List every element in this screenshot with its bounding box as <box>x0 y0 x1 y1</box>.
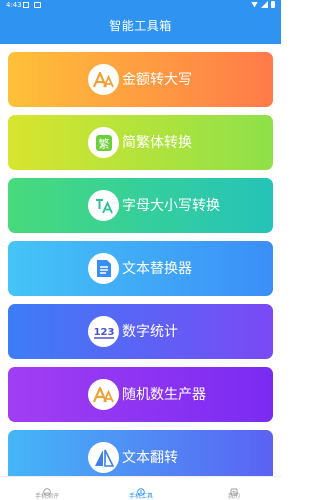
traditional-char-icon: 繁 <box>88 127 119 158</box>
tool-card-label: 字母大小写转换 <box>122 198 220 214</box>
page-title: 智能工具箱 <box>109 19 172 33</box>
smile-icon <box>43 481 51 496</box>
tool-card-text-flip[interactable]: 文本翻转 <box>8 430 273 476</box>
app-bar: 智能工具箱 <box>0 11 281 44</box>
tab-label: 我的 <box>227 493 240 500</box>
tab-mine[interactable]: 我的 <box>187 477 281 500</box>
status-icons <box>251 1 275 8</box>
svg-text:123: 123 <box>93 327 114 338</box>
tool-card-letter-case[interactable]: 字母大小写转换 <box>8 178 273 233</box>
tab-label: 手机测评 <box>34 493 59 500</box>
tool-card-label: 文本替换器 <box>122 261 192 277</box>
battery-icon <box>271 1 275 8</box>
tool-list[interactable]: 金额转大写 繁 简繁体转换 字母大小写转换 文本替换器 123 数字统计 随机数… <box>0 44 281 476</box>
svg-text:繁: 繁 <box>98 136 109 150</box>
font-aa-icon <box>88 379 119 410</box>
wifi-icon <box>251 1 258 8</box>
translate-letters-icon <box>88 190 119 221</box>
tool-card-random-number[interactable]: 随机数生产器 <box>8 367 273 422</box>
tool-card-label: 随机数生产器 <box>122 387 206 403</box>
tool-card-amount-uppercase[interactable]: 金额转大写 <box>8 52 273 107</box>
tool-icon <box>137 481 145 496</box>
profile-icon <box>230 481 238 496</box>
tool-card-label: 金额转大写 <box>122 72 192 88</box>
tool-card-text-replace[interactable]: 文本替换器 <box>8 241 273 296</box>
app-notification-icon <box>34 2 41 8</box>
status-time: 4:43 <box>6 1 22 9</box>
notification-icon <box>23 2 29 8</box>
font-aa-icon <box>88 64 119 95</box>
tab-phone-review[interactable]: 手机测评 <box>0 477 94 500</box>
signal-icon <box>261 1 268 8</box>
tab-phone-tools[interactable]: 手机工具 <box>94 477 188 500</box>
numbers-123-icon: 123 <box>88 316 119 347</box>
tool-card-label: 数字统计 <box>122 324 178 340</box>
tool-card-label: 简繁体转换 <box>122 135 192 151</box>
bottom-tab-bar: 手机测评 手机工具 我的 <box>0 476 281 500</box>
status-bar: 4:43 <box>0 0 281 11</box>
document-icon <box>88 253 119 284</box>
tool-card-number-stats[interactable]: 123 数字统计 <box>8 304 273 359</box>
tab-label: 手机工具 <box>128 493 153 500</box>
tool-card-simplified-traditional[interactable]: 繁 简繁体转换 <box>8 115 273 170</box>
flip-icon <box>88 442 119 473</box>
tool-card-label: 文本翻转 <box>122 450 178 466</box>
